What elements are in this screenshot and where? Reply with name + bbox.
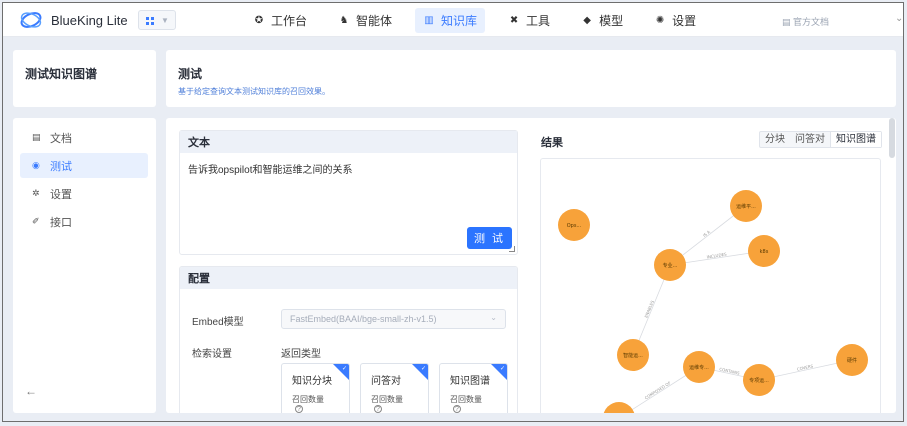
tab-qa[interactable]: 问答对: [790, 132, 830, 147]
nav-item-agents[interactable]: ♞ 智能体: [330, 8, 400, 33]
sidebar-item-api[interactable]: ✐ 接口: [20, 209, 148, 234]
graph-node-label: 智能运...: [623, 352, 643, 359]
nav-item-models[interactable]: ◆ 模型: [573, 8, 631, 33]
tab-chunks[interactable]: 分块: [760, 132, 790, 147]
knowledge-graph-canvas[interactable]: IS A INCLUDES ENABLES COVERS COMPOSED OF CONT…: [540, 158, 881, 413]
card-subtitle: 召回数量: [292, 395, 324, 404]
arrow-left-icon[interactable]: ←: [25, 384, 37, 398]
top-bar: BlueKing Lite ▼ ✪ 工作台 ♞ 智能体 ▥ 知识库 ✖ 工具 ◆…: [3, 3, 903, 37]
agent-icon: ♞: [339, 15, 349, 26]
graph-node-label: 运维专...: [689, 364, 709, 371]
card-subtitle: 召回数量: [450, 395, 482, 404]
test-icon: ◉: [32, 160, 40, 170]
text-panel-header: 文本: [180, 131, 517, 153]
card-title: 知识分块: [292, 376, 332, 387]
tab-knowledge-graph[interactable]: 知识图谱: [830, 132, 881, 147]
embed-model-select[interactable]: FastEmbed(BAAI/bge-small-zh-v1.5) ⌄: [281, 309, 506, 329]
nav-item-label: 设置: [672, 14, 697, 28]
graph-node-label: 专业...: [663, 262, 678, 269]
graph-node-label: k8s: [760, 249, 769, 255]
graph-edge-label: CONTAINS: [719, 366, 741, 375]
app-title: BlueKing Lite: [51, 13, 128, 28]
check-icon: ✓: [420, 366, 426, 372]
chevron-down-icon: ⌄: [490, 313, 497, 322]
results-title: 结果: [541, 137, 563, 149]
blueking-logo-icon[interactable]: [19, 10, 43, 30]
page-header: 测试 基于给定查询文本测试知识库的召回效果。: [166, 50, 896, 107]
gear-icon: ✺: [655, 15, 665, 26]
chevron-down-icon[interactable]: ⌄: [895, 13, 903, 24]
knowledge-base-title: 测试知识图谱: [25, 67, 98, 81]
page-description: 基于给定查询文本测试知识库的召回效果。: [178, 87, 330, 96]
knowledge-graph-svg[interactable]: IS AINCLUDESENABLESCOVERSCOMPOSED OFCONT…: [541, 159, 881, 413]
sidebar-item-documents[interactable]: ▤ 文档: [20, 125, 148, 150]
library-icon: ▥: [424, 15, 434, 26]
api-icon: ✐: [32, 216, 40, 226]
nav-item-label: 模型: [599, 14, 624, 28]
sidebar-item-test[interactable]: ◉ 测试: [20, 153, 148, 178]
sidebar-item-label: 文档: [50, 132, 72, 145]
cube-icon: ◆: [583, 15, 591, 26]
graph-node-label: 运维平...: [736, 203, 756, 210]
graph-edge-label: IS A: [702, 229, 711, 238]
return-type-graph-card[interactable]: ✓ 知识图谱 召回数量 ?: [439, 363, 508, 413]
main-content: 文本 告诉我opspilot和智能运维之间的关系 测 试 配置 Embed模型 …: [166, 118, 896, 413]
nav-item-label: 智能体: [356, 14, 393, 28]
bot-icon: ✪: [254, 15, 264, 26]
main-nav: ✪ 工作台 ♞ 智能体 ▥ 知识库 ✖ 工具 ◆ 模型 ✺ 设置: [245, 8, 719, 33]
test-button[interactable]: 测 试: [467, 227, 512, 249]
nav-item-knowledge[interactable]: ▥ 知识库: [415, 8, 486, 33]
nav-item-label: 知识库: [441, 14, 478, 28]
sidebar-item-label: 接口: [50, 216, 72, 229]
return-type-label: 返回类型: [281, 349, 321, 360]
sidebar-item-settings[interactable]: ✲ 设置: [20, 181, 148, 206]
query-textarea[interactable]: 告诉我opspilot和智能运维之间的关系: [188, 161, 352, 176]
help-icon[interactable]: ?: [295, 405, 303, 413]
embed-model-label: Embed模型: [192, 317, 244, 328]
docs-link-label: 官方文档: [793, 17, 830, 27]
nav-item-workbench[interactable]: ✪ 工作台: [245, 8, 315, 33]
settings-icon: ✲: [32, 188, 40, 198]
graph-node-label: 专项运...: [749, 377, 769, 384]
page-title: 测试: [178, 67, 203, 81]
sidebar: ▤ 文档 ◉ 测试 ✲ 设置 ✐ 接口 ←: [13, 118, 156, 413]
graph-node-label: Ops...: [567, 223, 582, 229]
config-panel: 配置 Embed模型 FastEmbed(BAAI/bge-small-zh-v…: [179, 266, 518, 413]
chevron-down-icon: ▼: [161, 16, 169, 25]
card-subtitle: 召回数量: [371, 395, 403, 404]
graph-node-label: 硬件: [847, 357, 857, 364]
embed-model-value: FastEmbed(BAAI/bge-small-zh-v1.5): [290, 314, 437, 324]
sidebar-item-label: 测试: [50, 160, 72, 173]
nav-item-label: 工具: [526, 14, 551, 28]
check-icon: ✓: [341, 366, 347, 372]
sidebar-item-label: 设置: [50, 188, 72, 201]
graph-node[interactable]: [603, 402, 635, 413]
text-panel: 文本 告诉我opspilot和智能运维之间的关系 测 试: [179, 130, 518, 255]
help-icon[interactable]: ?: [374, 405, 382, 413]
config-panel-header: 配置: [180, 267, 517, 289]
scrollbar[interactable]: [889, 118, 895, 158]
nav-item-tools[interactable]: ✖ 工具: [500, 8, 558, 33]
nav-item-label: 工作台: [271, 14, 308, 28]
return-type-chunk-card[interactable]: ✓ 知识分块 召回数量 ?: [281, 363, 350, 413]
card-title: 知识图谱: [450, 376, 490, 387]
app-switcher[interactable]: ▼: [138, 10, 176, 30]
sidebar-header: 测试知识图谱: [13, 50, 156, 107]
card-title: 问答对: [371, 376, 401, 387]
apps-grid-icon: [146, 17, 154, 25]
tools-icon: ✖: [509, 15, 519, 26]
nav-item-settings[interactable]: ✺ 设置: [646, 8, 704, 33]
result-type-tabs: 分块 问答对 知识图谱: [759, 131, 882, 148]
docs-link[interactable]: ▤ 官方文档: [782, 15, 829, 28]
return-type-qa-card[interactable]: ✓ 问答对 召回数量 ?: [360, 363, 429, 413]
document-icon: ▤: [32, 132, 41, 142]
retrieval-settings-label: 检索设置: [192, 349, 232, 360]
check-icon: ✓: [499, 366, 505, 372]
help-icon[interactable]: ?: [453, 405, 461, 413]
graph-edge-label: COMPOSED OF: [644, 380, 672, 401]
resize-handle-icon[interactable]: [509, 246, 515, 252]
